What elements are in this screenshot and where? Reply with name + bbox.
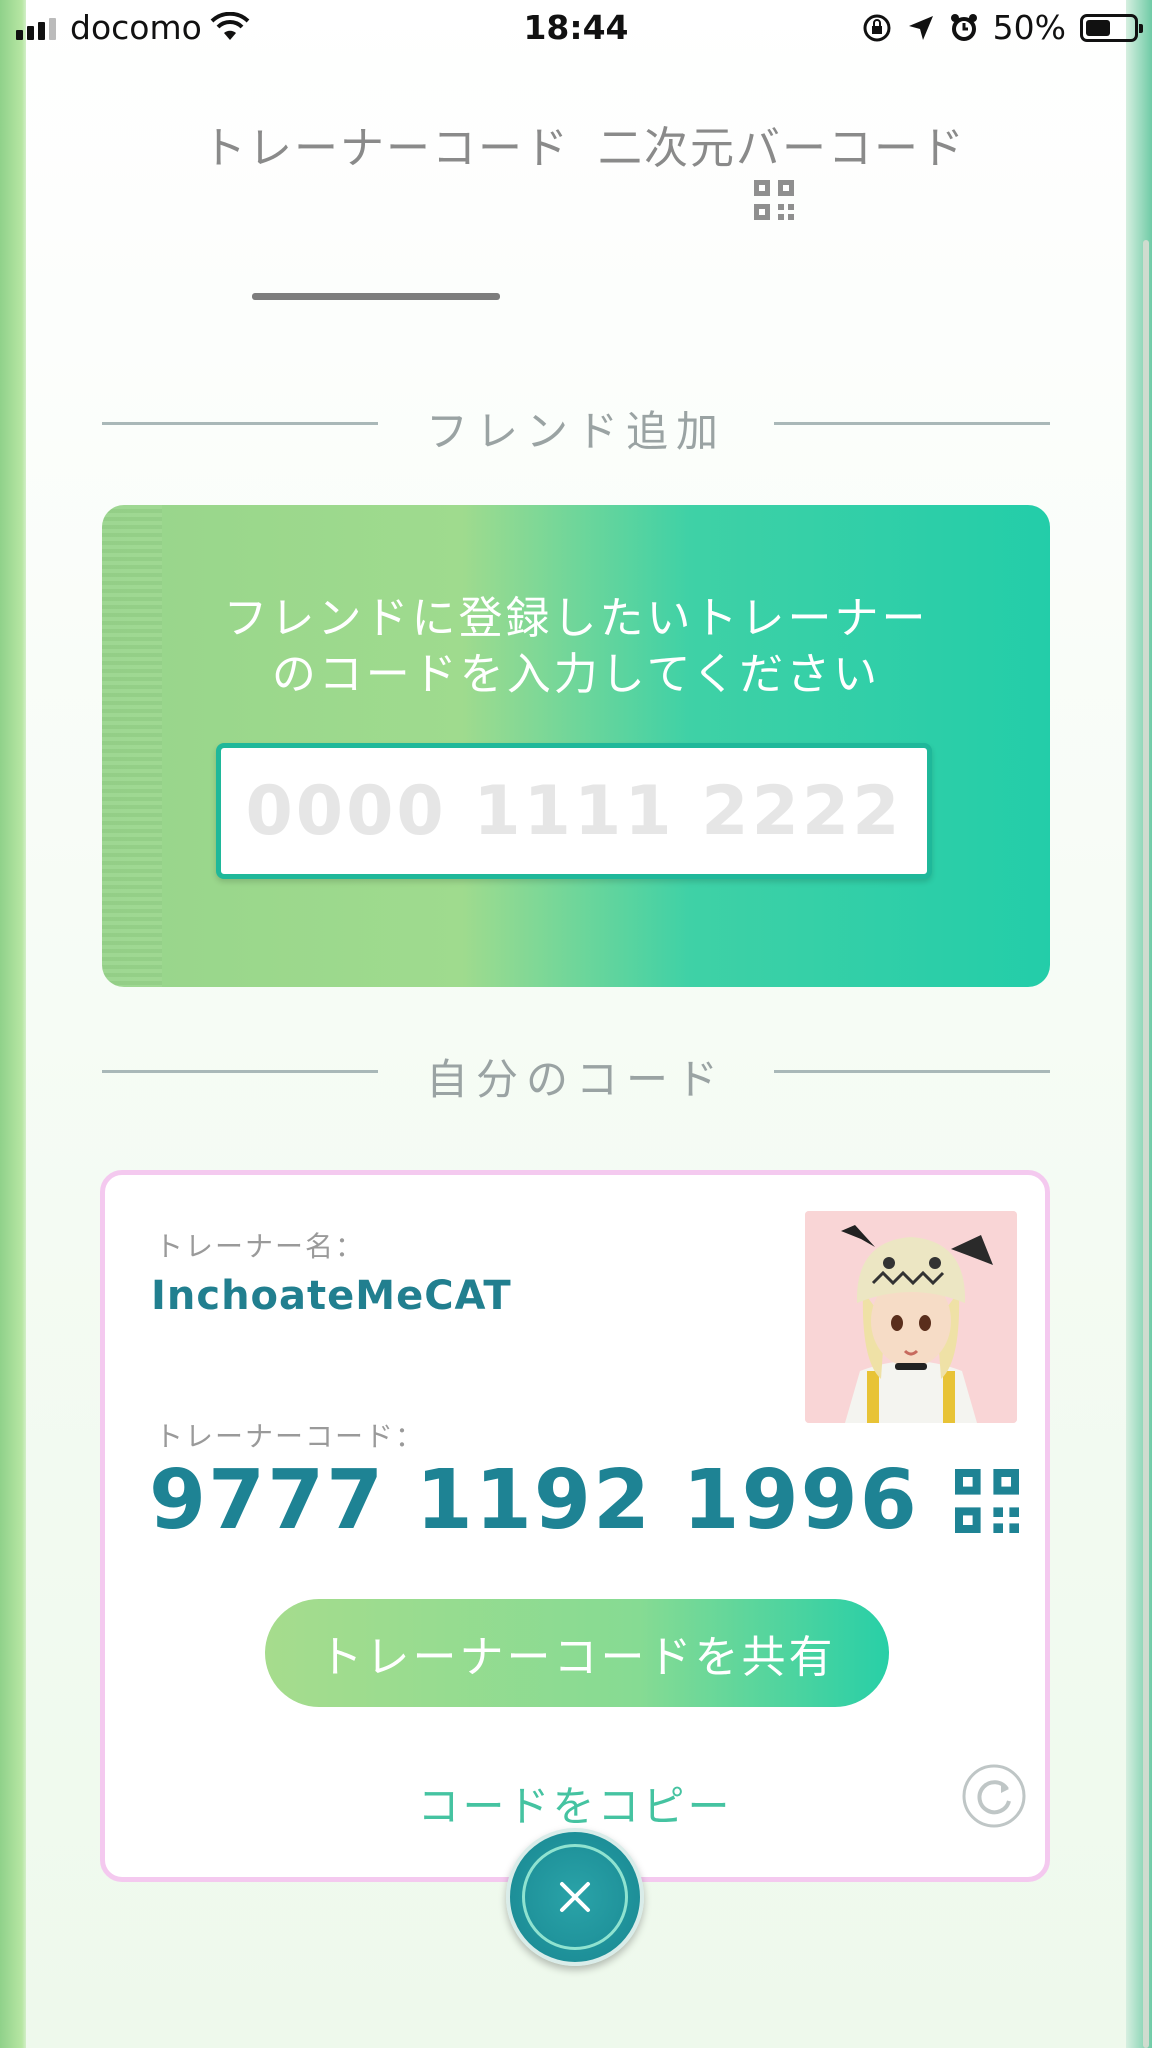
location-arrow-icon <box>908 15 933 40</box>
alarm-icon <box>950 13 977 41</box>
status-right: 50% <box>861 8 1143 47</box>
trainer-code: 9777 1192 1996 <box>149 1453 919 1548</box>
trainer-code-input[interactable] <box>216 743 932 879</box>
orientation-lock-icon <box>863 14 891 41</box>
close-icon <box>560 1882 590 1912</box>
copy-code-link[interactable]: コードをコピー <box>105 1773 1045 1834</box>
tab-trainer-code[interactable]: トレーナーコード <box>202 112 570 176</box>
share-trainer-code-button[interactable]: トレーナーコードを共有 <box>265 1599 889 1707</box>
section-header-my-code: 自分のコード <box>102 1046 1050 1104</box>
my-code-card: トレーナー名： InchoateMeCAT トレーナーコード： 9777 119… <box>100 1170 1050 1882</box>
divider-line <box>774 1070 1050 1073</box>
battery-icon <box>1080 13 1143 42</box>
divider-line <box>774 422 1050 425</box>
add-friend-card: フレンドに登録したいトレーナーのコードを入力してください <box>102 505 1050 987</box>
add-friend-prompt: フレンドに登録したいトレーナーのコードを入力してください <box>223 593 929 700</box>
section-title: 自分のコード <box>425 1055 726 1104</box>
section-title: フレンド追加 <box>425 407 726 456</box>
avatar <box>805 1211 1017 1423</box>
close-button[interactable] <box>506 1828 644 1966</box>
trainer-name-label: トレーナー名： <box>155 1230 366 1263</box>
status-bar: docomo 18:44 50% <box>0 0 1152 58</box>
battery-percent: 50% <box>992 8 1066 47</box>
refresh-icon[interactable] <box>961 1763 1027 1829</box>
trainer-code-label: トレーナーコード： <box>155 1420 426 1453</box>
qr-code-icon <box>754 180 794 220</box>
avatar-illustration <box>805 1211 1017 1423</box>
section-header-add-friend: フレンド追加 <box>102 398 1050 456</box>
trainer-name: InchoateMeCAT <box>151 1273 512 1319</box>
selected-tab-indicator <box>252 293 500 300</box>
scrollbar[interactable] <box>1143 240 1149 2048</box>
qr-code-icon[interactable] <box>955 1469 1019 1533</box>
tab-qr-code[interactable]: 二次元バーコード <box>598 112 966 176</box>
